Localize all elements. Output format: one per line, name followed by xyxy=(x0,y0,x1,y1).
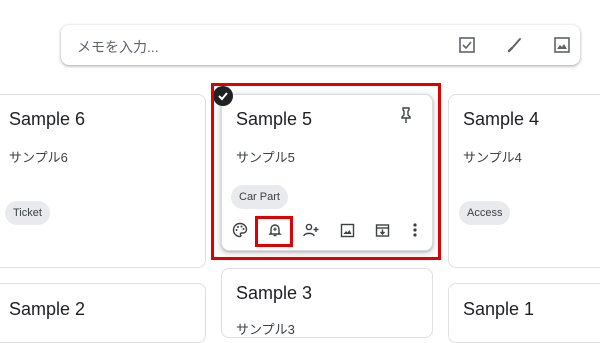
note-title: Sanple 1 xyxy=(463,299,535,319)
note-card-sample-5[interactable]: Sample 5 サンプル5 Car Part xyxy=(221,94,433,251)
note-title: Sample 5 xyxy=(236,109,313,129)
note-body: サンプル4 xyxy=(463,150,522,165)
new-list-icon[interactable] xyxy=(457,35,477,55)
add-image-icon[interactable] xyxy=(336,219,358,241)
take-note-placeholder[interactable]: メモを入力... xyxy=(77,37,159,57)
note-card-sample-3[interactable]: Sample 3 サンプル3 xyxy=(221,268,433,338)
note-title: Sample 6 xyxy=(9,109,86,129)
add-collaborator-icon[interactable] xyxy=(300,219,322,241)
label-chip-ticket[interactable]: Ticket xyxy=(5,201,50,225)
select-check-icon[interactable] xyxy=(213,86,233,106)
more-vert-icon[interactable] xyxy=(404,219,426,241)
pin-icon[interactable] xyxy=(396,105,416,125)
label-chip-car-part[interactable]: Car Part xyxy=(231,185,288,209)
note-title: Sample 3 xyxy=(236,283,313,303)
note-body: サンプル5 xyxy=(236,150,295,165)
note-card-sample-1[interactable]: Sanple 1 xyxy=(448,283,600,343)
archive-icon[interactable] xyxy=(371,219,393,241)
new-image-icon[interactable] xyxy=(552,35,572,55)
note-title: Sample 2 xyxy=(9,299,86,319)
take-note-bar[interactable]: メモを入力... xyxy=(61,25,580,65)
new-drawing-icon[interactable] xyxy=(504,35,524,55)
note-body: サンプル6 xyxy=(9,150,68,165)
note-card-sample-6[interactable]: Sample 6 サンプル6 Ticket xyxy=(0,94,206,268)
reminder-bell-icon[interactable] xyxy=(264,219,286,241)
note-body: サンプル3 xyxy=(236,322,295,337)
note-card-sample-4[interactable]: Sample 4 サンプル4 Access xyxy=(448,94,600,268)
palette-icon[interactable] xyxy=(229,219,251,241)
note-title: Sample 4 xyxy=(463,109,540,129)
note-card-sample-2[interactable]: Sample 2 xyxy=(0,283,206,343)
label-chip-access[interactable]: Access xyxy=(459,201,511,225)
